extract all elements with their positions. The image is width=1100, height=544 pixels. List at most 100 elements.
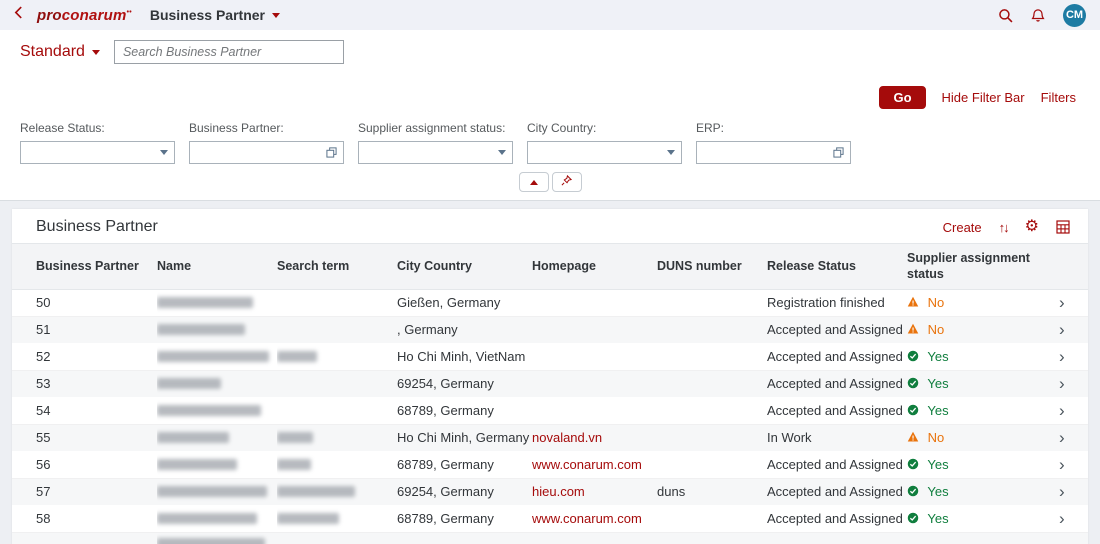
export-spreadsheet-icon[interactable] — [1056, 220, 1070, 234]
chevron-up-icon — [529, 179, 538, 185]
filters-link[interactable]: Filters — [1041, 90, 1076, 105]
collapse-filter-button[interactable] — [518, 172, 549, 192]
table-row[interactable]: 59 , Vietnam Accepted and Assigned Yes › — [12, 532, 1088, 544]
supplier-status-label: No — [927, 430, 945, 446]
settings-gear-icon[interactable]: ⚙ — [1025, 219, 1039, 235]
success-icon — [907, 350, 919, 362]
table-row[interactable]: 53 69254, Germany Accepted and Assigned … — [12, 370, 1088, 397]
redacted-text — [277, 512, 339, 524]
back-button[interactable] — [14, 6, 23, 24]
table-title: Business Partner — [36, 218, 158, 235]
create-button[interactable]: Create — [943, 220, 982, 235]
cell-supplier-status: Yes — [907, 505, 1053, 532]
filter-field-text-input[interactable] — [703, 145, 829, 160]
chevron-left-icon — [14, 6, 23, 24]
cell-homepage — [532, 289, 657, 316]
filter-field-text-input[interactable] — [534, 145, 663, 160]
search-input[interactable] — [113, 40, 344, 64]
filter-field-text-input[interactable] — [196, 145, 322, 160]
homepage-link[interactable]: novaland.vn — [532, 430, 602, 445]
table-header-row: Business Partner Name Search term City Coun… — [12, 243, 1088, 290]
cell-duns-number — [657, 505, 767, 532]
table-body: 50 Gießen, Germany Registration finished… — [12, 289, 1088, 544]
hide-filter-bar-link[interactable]: Hide Filter Bar — [942, 90, 1025, 105]
user-avatar[interactable]: CM — [1063, 3, 1086, 27]
table-row[interactable]: 57 69254, Germany hieu.com duns Accepted… — [12, 478, 1088, 505]
cell-navigation: › — [1053, 343, 1088, 370]
redacted-text — [277, 486, 355, 498]
value-help-icon[interactable] — [833, 147, 844, 158]
chevron-down-icon[interactable] — [498, 150, 506, 155]
shell-bar: proconarum•• Business Partner CM — [0, 0, 1100, 30]
page-title: Business Partner — [149, 7, 265, 23]
column-header[interactable]: Search term — [277, 243, 397, 290]
chevron-down-icon[interactable] — [160, 150, 168, 155]
filter-field-text-input[interactable] — [27, 145, 156, 160]
chevron-right-icon[interactable]: › — [1053, 347, 1065, 366]
sort-icon[interactable]: ↑↓ — [999, 220, 1010, 235]
cell-city-country: Ho Chi Minh, Germany — [397, 430, 530, 446]
table-row[interactable]: 56 68789, Germany www.conarum.com Accept… — [12, 451, 1088, 478]
cell-search-term — [277, 478, 397, 505]
homepage-link[interactable]: www.conarum.com — [532, 457, 642, 472]
chevron-right-icon[interactable]: › — [1053, 320, 1065, 339]
variant-selector[interactable]: Standard — [20, 43, 100, 61]
notifications-bell-icon[interactable] — [1031, 8, 1045, 23]
filter-field-input[interactable] — [696, 141, 851, 164]
filter-field-label: Release Status: — [20, 121, 105, 135]
cell-city-country: , Germany — [397, 322, 458, 338]
variant-name-label: Standard — [20, 43, 85, 60]
cell-business-partner: 52 — [36, 348, 51, 364]
cell-duns-number — [657, 397, 767, 424]
filter-field-text-input[interactable] — [365, 145, 494, 160]
cell-business-partner: 58 — [36, 510, 51, 526]
table-row[interactable]: 55 Ho Chi Minh, Germany novaland.vn In W… — [12, 424, 1088, 451]
chevron-down-icon[interactable] — [667, 150, 675, 155]
column-header[interactable]: City Country — [397, 243, 532, 290]
homepage-link[interactable]: hieu.com — [532, 484, 585, 499]
pin-filter-button[interactable] — [551, 172, 582, 192]
table-row[interactable]: 52 Ho Chi Minh, VietNam Accepted and Ass… — [12, 343, 1088, 370]
filter-field-input[interactable] — [527, 141, 682, 164]
cell-supplier-status: No — [907, 424, 1053, 451]
column-header[interactable]: Business Partner — [12, 243, 157, 290]
cell-supplier-status: Yes — [907, 343, 1053, 370]
redacted-text — [157, 297, 253, 308]
cell-name — [157, 289, 277, 316]
chevron-right-icon[interactable]: › — [1053, 374, 1065, 393]
column-header[interactable]: DUNS number — [657, 243, 767, 290]
column-header[interactable]: Homepage — [532, 243, 657, 290]
column-header[interactable]: Release Status — [767, 243, 907, 290]
table-row[interactable]: 54 68789, Germany Accepted and Assigned … — [12, 397, 1088, 424]
app-title-menu[interactable]: Business Partner — [150, 7, 280, 23]
cell-release-status: Accepted and Assigned — [767, 510, 903, 526]
filter-field-input[interactable] — [358, 141, 513, 164]
cell-business-partner: 54 — [36, 402, 51, 418]
filter-field-input[interactable] — [189, 141, 344, 164]
table-row[interactable]: 51 , Germany Accepted and Assigned No › — [12, 316, 1088, 343]
success-icon — [907, 404, 919, 416]
column-header[interactable]: Supplier assignment status — [907, 243, 1053, 290]
chevron-down-icon — [272, 12, 280, 18]
table-row[interactable]: 58 68789, Germany www.conarum.com Accept… — [12, 505, 1088, 532]
chevron-right-icon[interactable]: › — [1053, 428, 1065, 447]
homepage-link[interactable]: www.conarum.com — [532, 511, 642, 526]
search-icon[interactable] — [998, 8, 1013, 23]
chevron-right-icon[interactable]: › — [1053, 293, 1065, 312]
chevron-right-icon[interactable]: › — [1053, 482, 1065, 501]
chevron-right-icon[interactable]: › — [1053, 541, 1065, 544]
supplier-status-label: Yes — [927, 510, 949, 526]
go-button[interactable]: Go — [879, 86, 926, 109]
value-help-icon[interactable] — [326, 147, 337, 158]
chevron-right-icon[interactable]: › — [1053, 401, 1065, 420]
chevron-right-icon[interactable]: › — [1053, 509, 1065, 528]
table-row[interactable]: 50 Gießen, Germany Registration finished… — [12, 289, 1088, 316]
redacted-text — [157, 486, 267, 498]
cell-search-term — [277, 343, 397, 370]
filter-field-input[interactable] — [20, 141, 175, 164]
filter-field: Supplier assignment status: — [358, 121, 513, 164]
cell-homepage — [532, 397, 657, 424]
chevron-right-icon[interactable]: › — [1053, 455, 1065, 474]
column-header[interactable]: Name — [157, 243, 277, 290]
cell-navigation: › — [1053, 397, 1088, 424]
